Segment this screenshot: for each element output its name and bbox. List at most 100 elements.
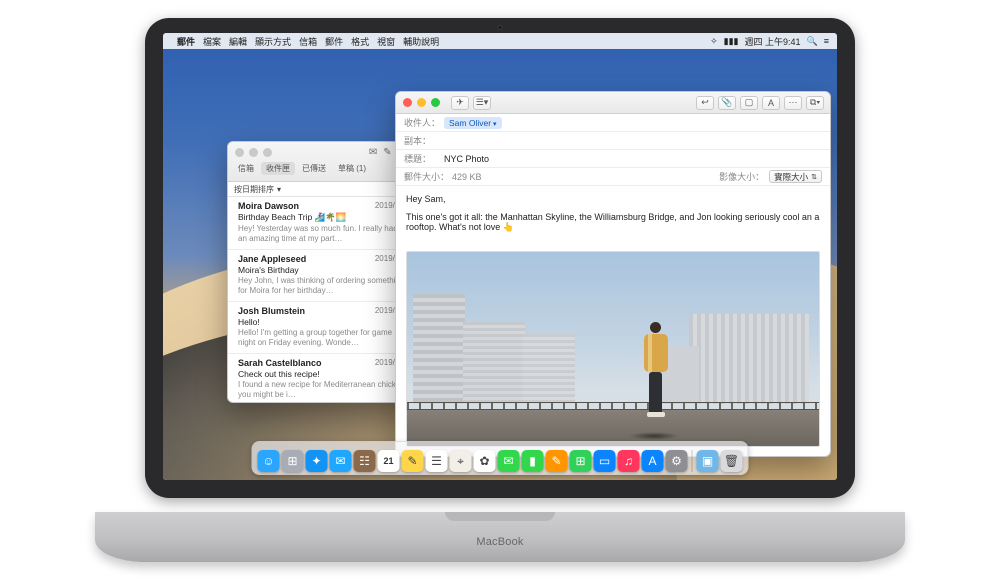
laptop-brand: MacBook [476, 536, 523, 548]
battery-icon[interactable]: ▮▮▮ [724, 36, 739, 47]
body-greeting: Hey Sam, [406, 194, 820, 204]
zoom-button [431, 98, 440, 107]
msg-preview: Hello! I'm getting a group together for … [238, 328, 406, 348]
msg-subject: Birthday Beach Trip 🏄‍♀️🌴🌅 [238, 212, 406, 223]
dock-finder[interactable]: ☺ [258, 450, 280, 472]
person-in-photo [642, 322, 670, 414]
dock-mail[interactable]: ✉︎ [330, 450, 352, 472]
window-controls[interactable] [228, 143, 279, 162]
menu-郵件[interactable]: 郵件 [325, 37, 343, 47]
cc-field-row[interactable]: 副本： [396, 132, 830, 150]
message-list: Moira Dawson2019/3/6Birthday Beach Trip … [228, 197, 412, 403]
zoom-button [263, 148, 272, 157]
dock-safari[interactable]: ✦ [306, 450, 328, 472]
mailbox-tab[interactable]: 收件匣 [261, 162, 295, 175]
dock-calendar[interactable]: 21 [378, 450, 400, 472]
screen: 郵件檔案編輯顯示方式信箱郵件格式視窗輔助說明 ✧ ▮▮▮ 週四 上午9:41 🔍… [163, 33, 837, 480]
header-fields-button[interactable]: ☰▾ [473, 96, 491, 110]
toolbar-icon[interactable]: ✉︎ [369, 147, 377, 158]
mailbox-tab[interactable]: 已傳送 [297, 162, 331, 175]
send-button[interactable]: ✈︎ [451, 96, 469, 110]
sort-header[interactable]: 按日期排序 ▾ [228, 182, 412, 197]
cc-label: 副本： [404, 134, 444, 147]
message-row[interactable]: Jane Appleseed2019/3/6Moira's BirthdayHe… [228, 250, 412, 302]
compose-body[interactable]: Hey Sam, This one's got it all: the Manh… [396, 186, 830, 249]
message-row[interactable]: Sarah Castelblanco2019/3/6Check out this… [228, 354, 412, 403]
to-label: 收件人： [404, 116, 444, 129]
to-field-row[interactable]: 收件人： Sam Oliver▾ [396, 114, 830, 132]
menu-輔助說明[interactable]: 輔助說明 [403, 37, 439, 47]
laptop-frame: 郵件檔案編輯顯示方式信箱郵件格式視窗輔助說明 ✧ ▮▮▮ 週四 上午9:41 🔍… [95, 18, 905, 562]
compose-window: ✈︎ ☰▾ ↩︎ 📎 ▢ A ⋯ ⧉▾ 收件人： Sam Oliver▾ 副本： 標題： [395, 91, 831, 457]
menu-視窗[interactable]: 視窗 [377, 37, 395, 47]
sort-label: 按日期排序 [234, 184, 274, 195]
menu-郵件[interactable]: 郵件 [177, 37, 195, 47]
chevron-down-icon: ▾ [493, 121, 497, 128]
message-row[interactable]: Josh Blumstein2019/3/6Hello!Hello! I'm g… [228, 302, 412, 354]
recipient-token[interactable]: Sam Oliver▾ [444, 117, 502, 129]
attach-size-value: 429 KB [452, 172, 482, 182]
notifications-icon[interactable]: ≡ [824, 36, 829, 46]
msg-preview: I found a new recipe for Mediterranean c… [238, 380, 406, 400]
msg-preview: Hey John, I was thinking of ordering som… [238, 276, 406, 296]
spotlight-icon[interactable]: 🔍 [807, 36, 818, 47]
menubar: 郵件檔案編輯顯示方式信箱郵件格式視窗輔助說明 ✧ ▮▮▮ 週四 上午9:41 🔍… [163, 33, 837, 49]
subject-value: NYC Photo [444, 154, 489, 164]
close-button [235, 148, 244, 157]
msg-preview: Hey! Yesterday was so much fun. I really… [238, 224, 406, 244]
clock[interactable]: 週四 上午9:41 [744, 35, 800, 48]
toolbar-icon[interactable]: ✎ [383, 147, 391, 158]
mailbox-tab[interactable]: 信箱 [233, 162, 259, 175]
compose-toolbar-button[interactable]: ↩︎ [696, 96, 714, 110]
attach-size-label: 郵件大小： [404, 170, 449, 183]
dock-contacts[interactable]: ☷ [354, 450, 376, 472]
laptop-base: MacBook [95, 512, 905, 562]
dock-pages[interactable]: ✎ [546, 450, 568, 472]
mail-viewer-window: ✉︎✎↧ 信箱收件匣已傳送草稿 (1) 按日期排序 ▾ Moira Dawson… [227, 141, 413, 403]
dock-notes[interactable]: ✎ [402, 450, 424, 472]
minimize-button [249, 148, 258, 157]
dock-maps[interactable]: ⌖ [450, 450, 472, 472]
dock-launchpad[interactable]: ⊞ [282, 450, 304, 472]
camera-dot [498, 25, 503, 30]
window-controls[interactable] [396, 93, 447, 112]
updown-icon: ⇅ [811, 173, 817, 181]
dock: ☺⊞✦✉︎☷21✎☰⌖✿✉▮✎⊞▭♫A⚙▣🗑 [252, 441, 749, 475]
dock-reminders[interactable]: ☰ [426, 450, 448, 472]
dock-itunes[interactable]: ♫ [618, 450, 640, 472]
wifi-icon[interactable]: ✧ [710, 36, 718, 47]
menu-格式[interactable]: 格式 [351, 37, 369, 47]
menu-顯示方式[interactable]: 顯示方式 [255, 37, 291, 47]
dock-keynote[interactable]: ▭ [594, 450, 616, 472]
screen-bezel: 郵件檔案編輯顯示方式信箱郵件格式視窗輔助說明 ✧ ▮▮▮ 週四 上午9:41 🔍… [145, 18, 855, 498]
minimize-button [417, 98, 426, 107]
menu-信箱[interactable]: 信箱 [299, 37, 317, 47]
compose-toolbar-button[interactable]: ▢ [740, 96, 758, 110]
image-size-select[interactable]: 實際大小 ⇅ [769, 170, 822, 183]
compose-toolbar-button[interactable]: A [762, 96, 780, 110]
compose-toolbar: ✈︎ ☰▾ ↩︎ 📎 ▢ A ⋯ ⧉▾ [396, 92, 830, 114]
dock-appstore[interactable]: A [642, 450, 664, 472]
close-button [403, 98, 412, 107]
msg-subject: Moira's Birthday [238, 265, 406, 275]
message-row[interactable]: Moira Dawson2019/3/6Birthday Beach Trip … [228, 197, 412, 250]
attachment-size-bar: 郵件大小： 429 KB 影像大小： 實際大小 ⇅ [396, 168, 830, 186]
dock-separator [692, 450, 693, 472]
menu-檔案[interactable]: 檔案 [203, 37, 221, 47]
compose-toolbar-button[interactable]: ⋯ [784, 96, 802, 110]
dock-preferences[interactable]: ⚙ [666, 450, 688, 472]
chevron-down-icon: ▾ [277, 185, 281, 194]
dock-trash[interactable]: 🗑 [721, 450, 743, 472]
compose-toolbar-button[interactable]: ⧉▾ [806, 96, 824, 110]
menu-編輯[interactable]: 編輯 [229, 37, 247, 47]
subject-field-row[interactable]: 標題： NYC Photo [396, 150, 830, 168]
dock-numbers[interactable]: ⊞ [570, 450, 592, 472]
dock-photos[interactable]: ✿ [474, 450, 496, 472]
attached-photo[interactable] [406, 251, 820, 447]
dock-folder[interactable]: ▣ [697, 450, 719, 472]
compose-toolbar-button[interactable]: 📎 [718, 96, 736, 110]
mailbox-tab[interactable]: 草稿 (1) [333, 162, 371, 175]
subject-label: 標題： [404, 152, 444, 165]
dock-facetime[interactable]: ▮ [522, 450, 544, 472]
dock-messages[interactable]: ✉ [498, 450, 520, 472]
